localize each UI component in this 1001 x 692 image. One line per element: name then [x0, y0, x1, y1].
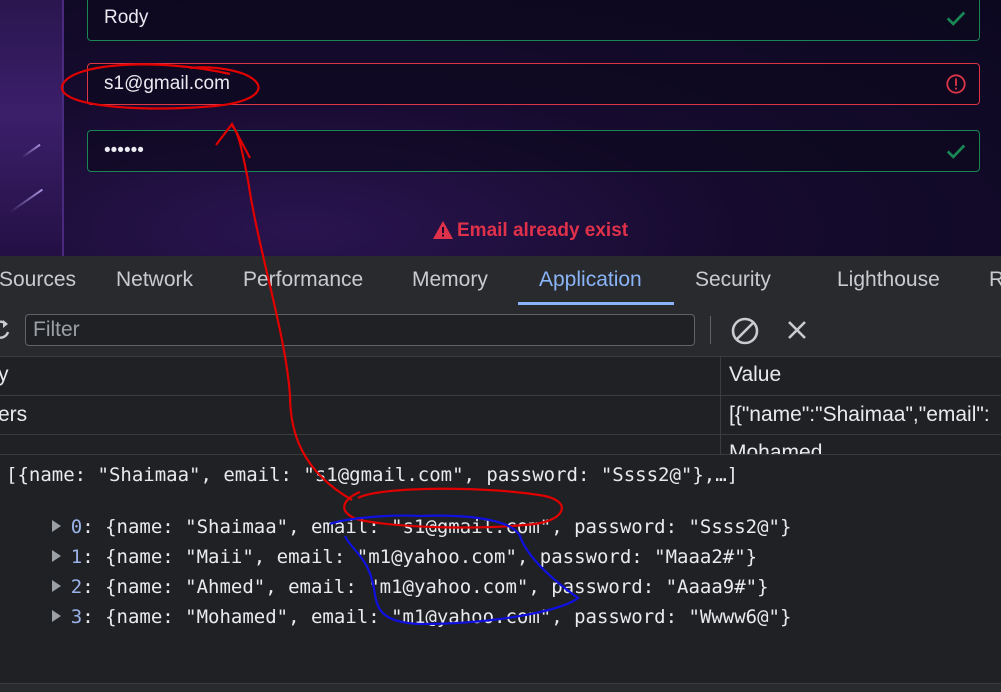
tab-security[interactable]: Security — [695, 268, 771, 292]
console-array-summary[interactable]: [{name: "Shaimaa", email: "s1@gmail.com"… — [6, 464, 738, 486]
close-icon[interactable] — [786, 319, 808, 341]
email-field[interactable]: s1@gmail.com — [87, 63, 980, 105]
password-field-value: •••••• — [104, 140, 144, 161]
filter-input[interactable]: Filter — [25, 314, 695, 346]
filter-placeholder: Filter — [33, 318, 80, 341]
app-background: Rody s1@gmail.com •••••• Email already e… — [0, 0, 1001, 256]
column-divider — [720, 357, 721, 454]
check-icon — [946, 11, 966, 26]
storage-toolbar: Filter — [0, 306, 1001, 357]
tab-lighthouse[interactable]: Lighthouse — [837, 268, 940, 292]
tab-memory[interactable]: Memory — [412, 268, 488, 292]
value-column-header[interactable]: Value — [729, 363, 781, 387]
local-storage-table: y Value ers [{"name":"Shaimaa","email": … — [0, 357, 1001, 464]
exclamation-circle-icon — [946, 74, 966, 94]
entry-index: 3 — [70, 606, 83, 628]
tab-sources[interactable]: Sources — [0, 268, 76, 292]
console-entry[interactable]: 3: {name: "Mohamed", email: "m1@yahoo.co… — [6, 584, 791, 650]
toolbar-divider — [710, 316, 711, 344]
devtools-tab-bar: Sources Network Performance Memory Appli… — [0, 256, 1001, 307]
password-field[interactable]: •••••• — [87, 130, 980, 172]
row-divider — [0, 395, 1001, 396]
active-tab-indicator — [518, 302, 674, 305]
name-field-value: Rody — [104, 7, 149, 28]
tab-application[interactable]: Application — [539, 268, 642, 292]
name-field[interactable]: Rody — [87, 0, 980, 41]
table-row-value[interactable]: [{"name":"Shaimaa","email": — [729, 403, 990, 427]
check-icon — [946, 144, 966, 159]
expand-triangle-icon[interactable] — [51, 610, 61, 622]
tab-performance[interactable]: Performance — [243, 268, 363, 292]
tab-network[interactable]: Network — [116, 268, 193, 292]
entry-text: : {name: "Mohamed", email: "m1@yahoo.com… — [82, 606, 792, 628]
refresh-icon[interactable] — [0, 318, 12, 342]
error-text: Email already exist — [457, 220, 629, 241]
key-column-header[interactable]: y — [0, 363, 9, 387]
console-panel: [{name: "Shaimaa", email: "s1@gmail.com"… — [0, 454, 1001, 692]
warning-triangle-icon — [433, 221, 453, 239]
error-message: Email already exist — [433, 220, 628, 242]
side-decoration — [0, 0, 64, 256]
tab-more[interactable]: R — [989, 268, 1001, 292]
clear-icon[interactable] — [730, 316, 760, 346]
light-streak — [9, 188, 43, 214]
row-divider — [0, 434, 1001, 435]
light-streak — [21, 143, 41, 159]
table-row-key[interactable]: ers — [0, 403, 27, 427]
email-field-value: s1@gmail.com — [104, 73, 230, 94]
